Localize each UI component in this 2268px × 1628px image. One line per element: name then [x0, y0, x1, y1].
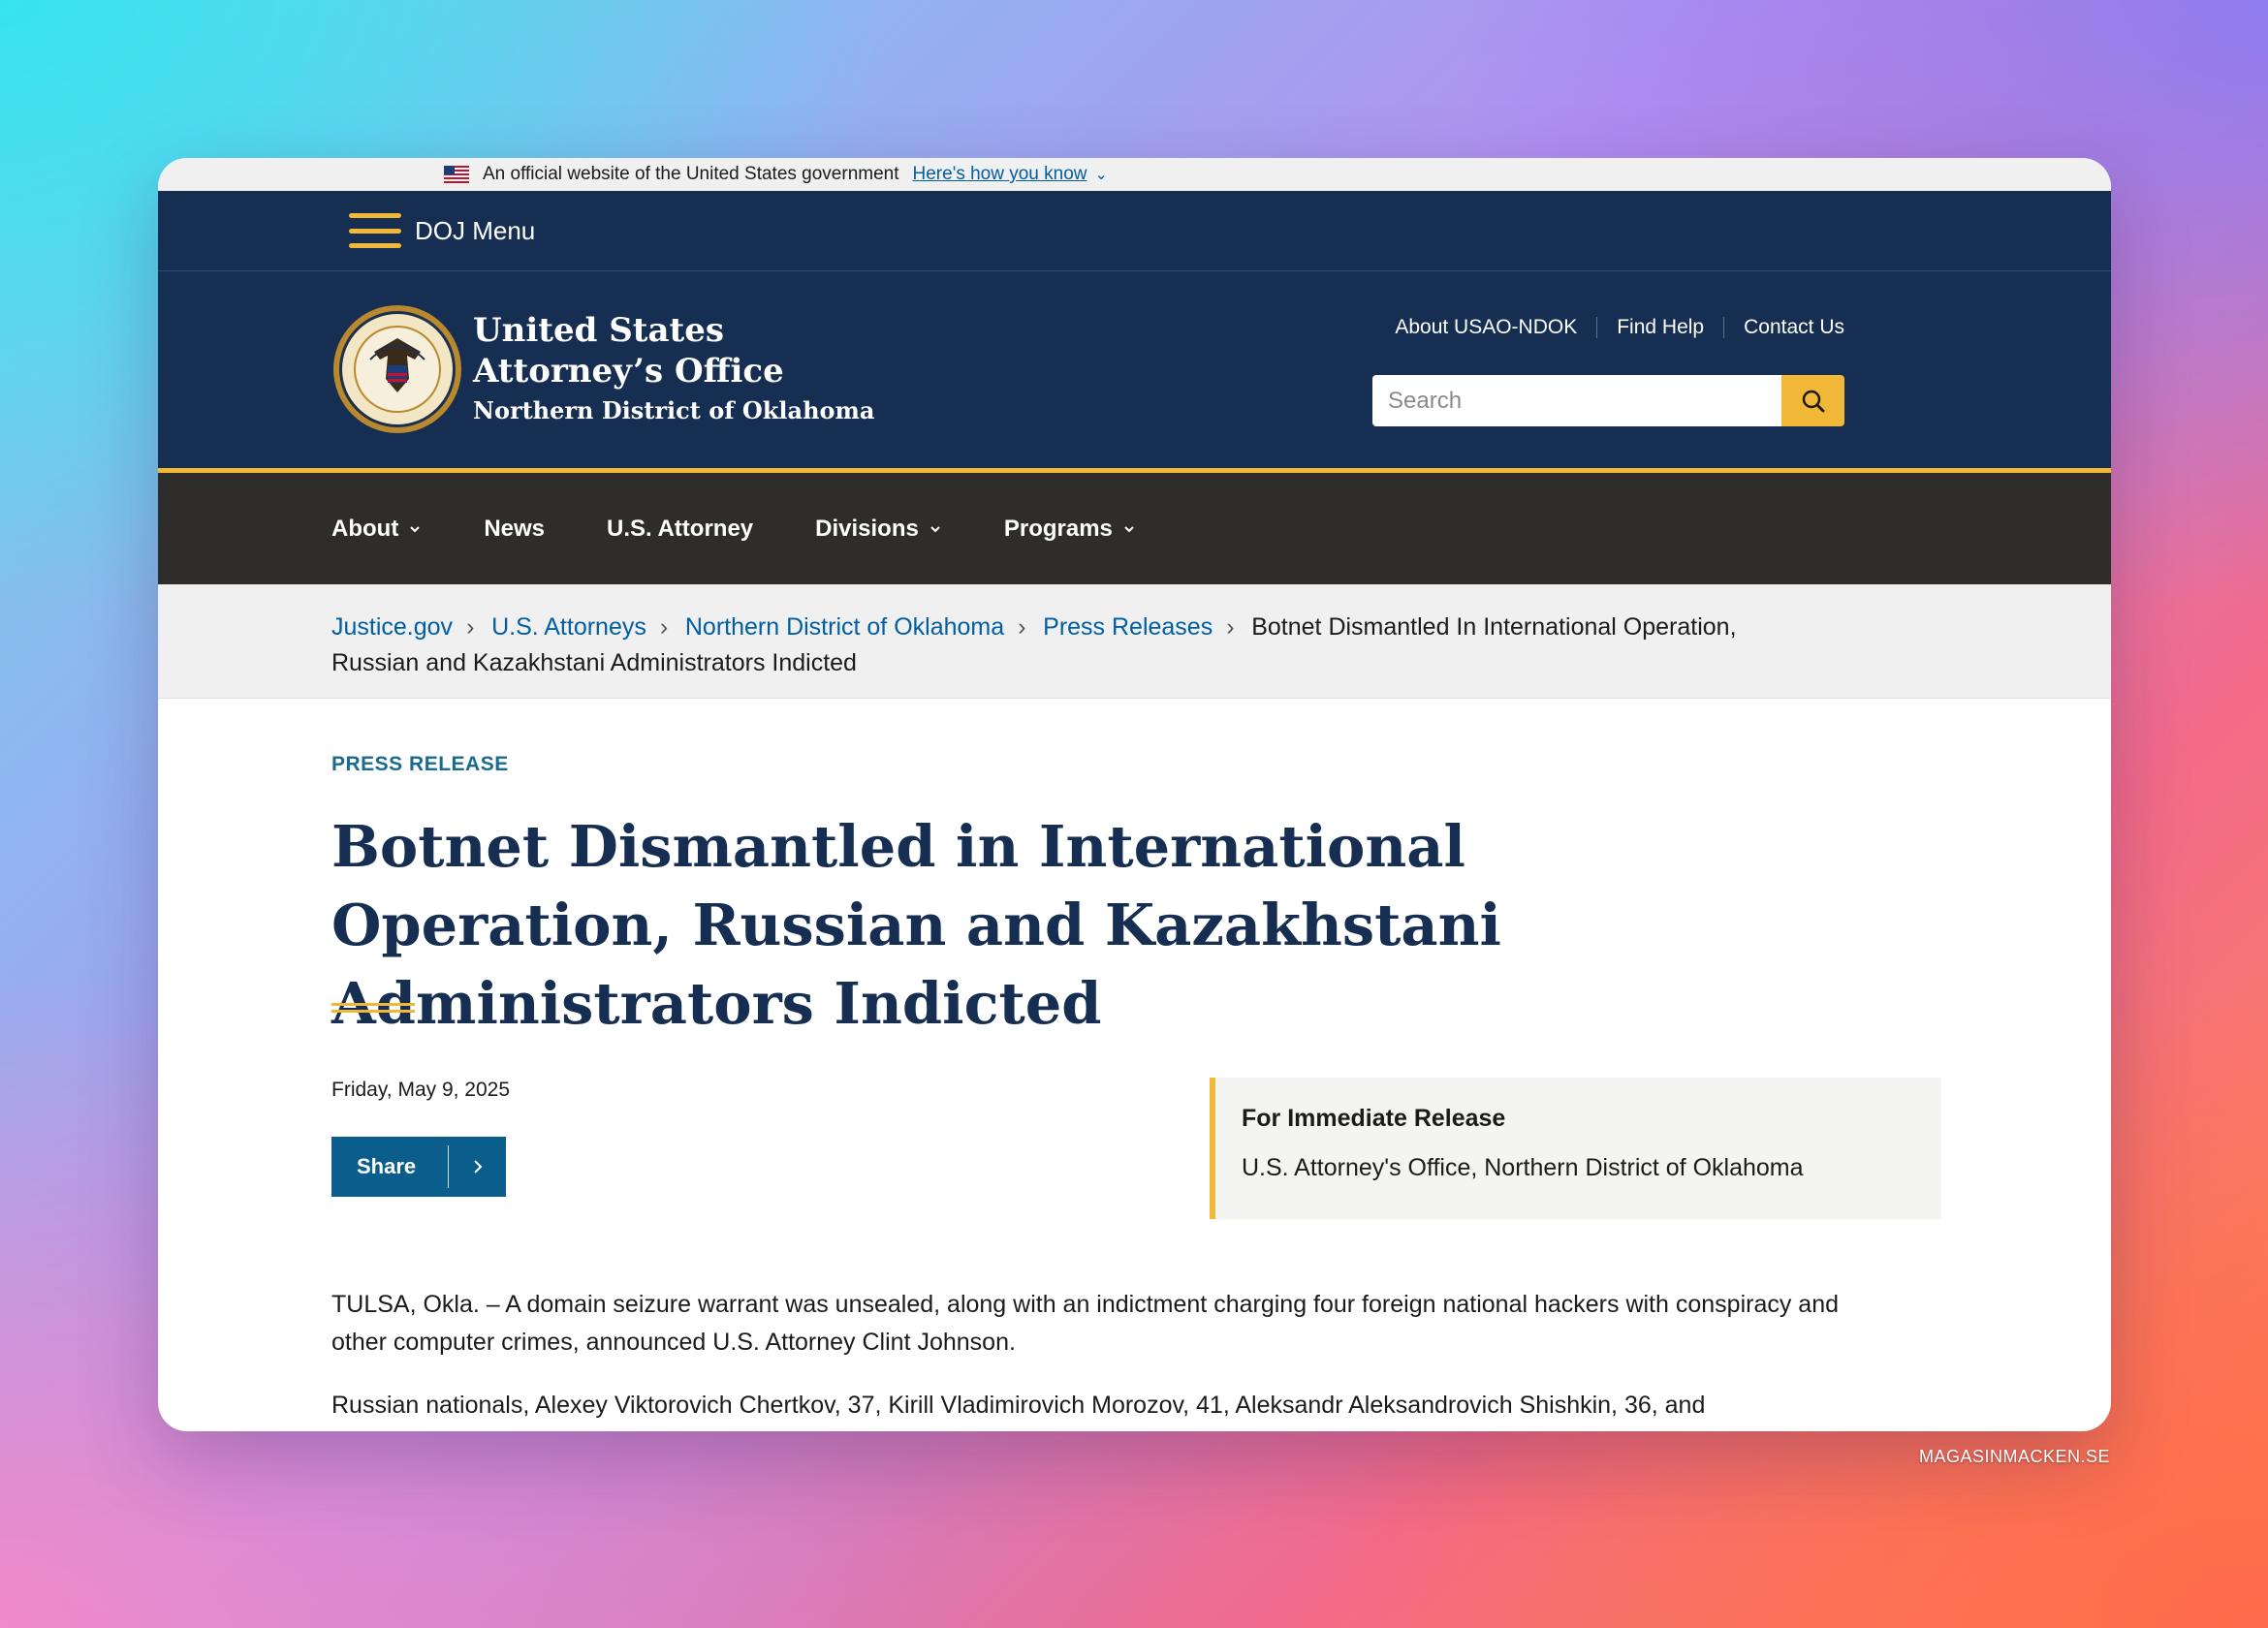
release-info-box: For Immediate Release U.S. Attorney's Of… — [1210, 1078, 1941, 1219]
chevron-right-icon: › — [466, 613, 475, 641]
article-body: TULSA, Okla. – A domain seizure warrant … — [331, 1286, 1863, 1431]
main-nav: About News U.S. Attorney Divisions Progr… — [158, 473, 2111, 584]
nav-divisions[interactable]: Divisions — [815, 516, 942, 543]
breadcrumb-press-releases[interactable]: Press Releases — [1043, 613, 1213, 641]
release-box-office: U.S. Attorney's Office, Northern Distric… — [1242, 1154, 1804, 1181]
watermark: MAGASINMACKEN.SE — [1918, 1447, 2110, 1466]
gov-banner-text: An official website of the United States… — [483, 164, 899, 184]
site-title-line1: United States — [473, 311, 725, 350]
share-button[interactable]: Share — [331, 1137, 506, 1197]
gov-banner: An official website of the United States… — [158, 158, 2111, 191]
article-date: Friday, May 9, 2025 — [331, 1079, 511, 1101]
breadcrumb-northern-district[interactable]: Northern District of Oklahoma — [685, 613, 1004, 641]
chevron-down-icon — [410, 525, 421, 532]
nav-programs-label: Programs — [1003, 515, 1113, 542]
us-flag-icon — [444, 166, 469, 183]
site-title-line2: Attorney’s Office — [473, 352, 784, 391]
chevron-right-icon: › — [1018, 613, 1026, 641]
breadcrumb-us-attorneys[interactable]: U.S. Attorneys — [491, 613, 646, 641]
doj-menu-bar: DOJ Menu — [158, 191, 2111, 271]
nav-us-attorney[interactable]: U.S. Attorney — [607, 516, 753, 543]
chevron-down-icon — [1124, 525, 1134, 532]
nav-divisions-label: Divisions — [815, 515, 919, 542]
nav-news-label: News — [484, 515, 546, 542]
divider — [1596, 317, 1598, 338]
breadcrumb: Justice.gov › U.S. Attorneys › Northern Dist… — [158, 584, 2111, 699]
doj-seal-logo[interactable] — [331, 303, 463, 435]
browser-window: An official website of the United States… — [158, 158, 2111, 1431]
doj-menu-button[interactable]: DOJ Menu — [415, 216, 535, 246]
search-form — [1372, 375, 1844, 426]
release-box-title: For Immediate Release — [1242, 1105, 1506, 1132]
nav-programs[interactable]: Programs — [1004, 516, 1136, 543]
chevron-right-icon — [449, 1159, 506, 1174]
article-paragraph: Russian nationals, Alexey Viktorovich Ch… — [331, 1392, 1706, 1419]
how-you-know-link[interactable]: Here's how you know — [913, 164, 1087, 185]
search-button[interactable] — [1781, 375, 1844, 426]
search-icon — [1802, 390, 1824, 412]
article-paragraph: TULSA, Okla. – A domain seizure warrant … — [331, 1291, 1840, 1356]
site-subtitle: Northern District of Oklahoma — [473, 396, 875, 424]
search-input[interactable] — [1372, 375, 1781, 426]
chevron-right-icon: › — [659, 613, 669, 641]
nav-us-attorney-label: U.S. Attorney — [607, 515, 754, 542]
site-header: United States Attorney’s Office Northern… — [158, 271, 2111, 473]
breadcrumb-justice-gov[interactable]: Justice.gov — [331, 613, 453, 641]
nav-about[interactable]: About — [331, 516, 422, 543]
article-eyebrow: PRESS RELEASE — [331, 753, 509, 775]
contact-us-link[interactable]: Contact Us — [1744, 316, 1844, 339]
find-help-link[interactable]: Find Help — [1617, 316, 1704, 339]
utility-links: About USAO-NDOK Find Help Contact Us — [1395, 316, 1844, 339]
chevron-down-icon — [930, 525, 940, 532]
article-title: Botnet Dismantled in International Opera… — [331, 813, 1501, 1037]
about-usao-link[interactable]: About USAO-NDOK — [1395, 316, 1577, 339]
title-accent-divider — [331, 1003, 415, 1013]
nav-news[interactable]: News — [484, 516, 545, 543]
hamburger-menu-icon[interactable] — [349, 213, 401, 248]
nav-about-label: About — [331, 515, 399, 542]
site-title[interactable]: United States Attorney’s Office Northern… — [473, 310, 874, 428]
share-divider — [448, 1145, 449, 1188]
chevron-right-icon: › — [1226, 613, 1235, 641]
chevron-down-icon[interactable]: ⌄ — [1095, 165, 1108, 184]
divider — [1723, 317, 1725, 338]
share-label: Share — [357, 1154, 417, 1178]
